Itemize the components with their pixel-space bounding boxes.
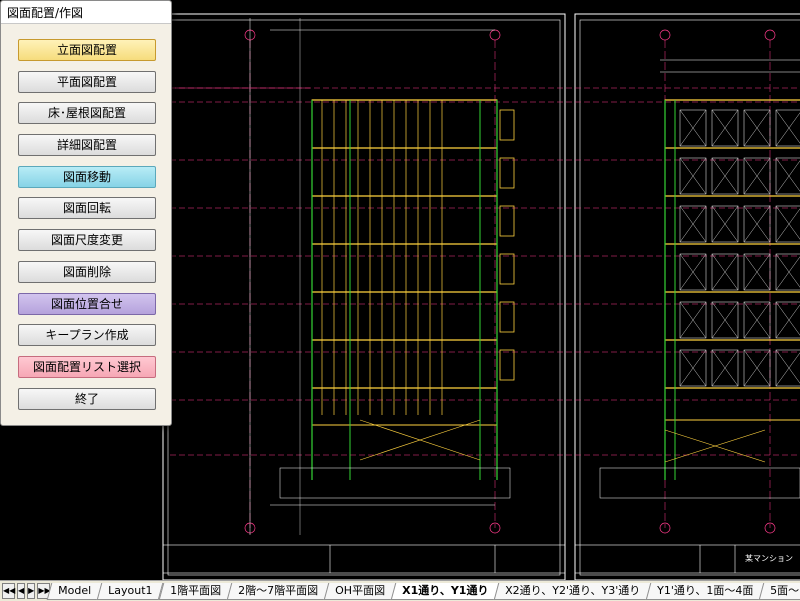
prev-tab-icon[interactable]: ◀: [17, 583, 26, 599]
place-plan-button[interactable]: 平面図配置: [18, 70, 156, 93]
place-elevation-button[interactable]: 立面図配置: [18, 39, 156, 61]
tab-1f-plan[interactable]: 1階平面図: [158, 582, 233, 600]
tab-y1-faces-1-4[interactable]: Y1'通り、1面～4面: [645, 582, 765, 600]
create-keyplan-button[interactable]: キープラン作成: [18, 324, 156, 347]
panel-title: 図面配置/作図: [7, 5, 84, 20]
next-tab-icon[interactable]: ▶: [27, 583, 36, 599]
first-tab-icon[interactable]: ◀◀: [2, 583, 15, 599]
change-scale-button[interactable]: 図面尺度変更: [18, 229, 156, 252]
tab-faces-5[interactable]: 5面～1: [759, 582, 800, 600]
exit-button[interactable]: 終了: [18, 387, 156, 410]
tab-oh-plan[interactable]: OH平面図: [323, 582, 396, 600]
align-drawing-button[interactable]: 図面位置合せ: [18, 292, 156, 315]
layout-tool-panel[interactable]: 図面配置/作図 立面図配置 平面図配置 床･屋根図配置 詳細図配置 図面移動 図…: [0, 0, 172, 426]
rotate-drawing-button[interactable]: 図面回転: [18, 197, 156, 220]
tab-x1-y1[interactable]: X1通り、Y1通り: [390, 582, 500, 600]
tab-2f-7f-plan[interactable]: 2階～7階平面図: [226, 582, 330, 600]
place-floor-roof-button[interactable]: 床･屋根図配置: [18, 102, 156, 125]
tab-model[interactable]: Model: [47, 582, 103, 600]
layout-list-select-button[interactable]: 図面配置リスト選択: [18, 355, 156, 378]
layout-tab-bar: ◀◀ ◀ ▶ ▶▶ Model Layout1 1階平面図 2階～7階平面図 O…: [0, 580, 800, 601]
panel-button-list: 立面図配置 平面図配置 床･屋根図配置 詳細図配置 図面移動 図面回転 図面尺度…: [18, 39, 156, 419]
tab-layout1[interactable]: Layout1: [97, 582, 165, 600]
title-block-label: 某マンション: [745, 554, 793, 563]
move-drawing-button[interactable]: 図面移動: [18, 165, 156, 188]
panel-titlebar[interactable]: 図面配置/作図: [1, 1, 171, 24]
tab-x2-y2-y3[interactable]: X2通り、Y2'通り、Y3'通り: [493, 582, 652, 600]
place-detail-button[interactable]: 詳細図配置: [18, 134, 156, 157]
delete-drawing-button[interactable]: 図面削除: [18, 260, 156, 283]
